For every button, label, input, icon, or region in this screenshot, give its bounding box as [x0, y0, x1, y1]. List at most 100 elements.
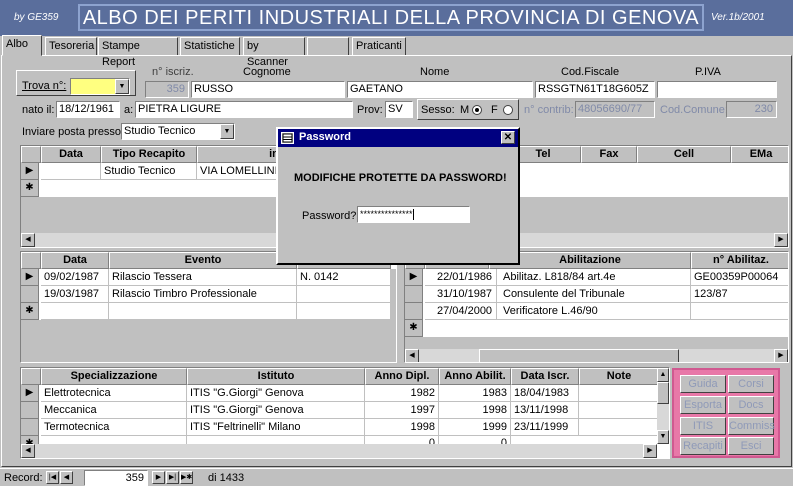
- table-cell[interactable]: 23/11/1999: [511, 419, 579, 436]
- table-cell[interactable]: 1982: [365, 385, 439, 402]
- new-record-icon[interactable]: ▶✱: [180, 471, 193, 484]
- table-cell[interactable]: Termotecnica: [41, 419, 187, 436]
- new-row-selector[interactable]: ✱: [21, 180, 39, 197]
- prov-field[interactable]: SV: [385, 101, 413, 118]
- vertical-scrollbar[interactable]: [391, 269, 396, 320]
- table-cell[interactable]: [297, 286, 391, 303]
- commiss-button[interactable]: Commiss: [728, 417, 775, 435]
- scroll-up-icon[interactable]: ▲: [657, 368, 669, 382]
- table-cell[interactable]: 22/01/1986: [425, 269, 497, 286]
- nome-field[interactable]: GAETANO: [347, 81, 533, 98]
- scroll-left-icon[interactable]: ◀: [21, 444, 35, 458]
- trova-combo[interactable]: ▼: [70, 78, 130, 95]
- guida-button[interactable]: Guida: [680, 375, 726, 393]
- first-record-icon[interactable]: |◀: [46, 471, 59, 484]
- corsi-button[interactable]: Corsi: [728, 375, 774, 393]
- sesso-m-radio[interactable]: [472, 104, 482, 116]
- table-cell[interactable]: 1998: [365, 419, 439, 436]
- table-cell[interactable]: 123/87: [691, 286, 788, 303]
- contrib-field[interactable]: 48056690/77: [575, 101, 655, 118]
- table-cell[interactable]: 1998: [439, 402, 511, 419]
- table-cell[interactable]: Studio Tecnico: [101, 163, 197, 180]
- docs-button[interactable]: Docs: [728, 396, 774, 414]
- scroll-thumb[interactable]: [479, 349, 679, 362]
- table-cell[interactable]: 18/04/1983: [511, 385, 579, 402]
- row-selector[interactable]: [21, 402, 39, 419]
- itis-button[interactable]: ITIS: [680, 417, 726, 435]
- tab-statistiche[interactable]: Statistiche: [180, 37, 240, 55]
- piva-field[interactable]: [657, 81, 777, 98]
- tab-tesoreria[interactable]: Tesoreria: [45, 37, 97, 55]
- table-cell[interactable]: 19/03/1987: [41, 286, 109, 303]
- table-cell[interactable]: 13/11/1998: [511, 402, 579, 419]
- scroll-right-icon[interactable]: ▶: [643, 444, 657, 458]
- scroll-right-icon[interactable]: ▶: [774, 349, 788, 362]
- chevron-down-icon[interactable]: ▼: [115, 79, 129, 94]
- scroll-left-icon[interactable]: ◀: [21, 233, 35, 247]
- password-input[interactable]: ***************: [357, 206, 470, 223]
- table-cell[interactable]: [691, 303, 788, 320]
- table-cell[interactable]: 31/10/1987: [425, 286, 497, 303]
- cognome-field[interactable]: RUSSO: [191, 81, 345, 98]
- next-record-icon[interactable]: ▶: [152, 471, 165, 484]
- codfisc-field[interactable]: RSSGTN61T18G605Z: [535, 81, 655, 98]
- sesso-f-radio[interactable]: [503, 104, 513, 116]
- table-cell[interactable]: Abilitaz. L818/84 art.4e: [497, 269, 691, 286]
- table-cell[interactable]: N. 0142: [297, 269, 391, 286]
- table-cell[interactable]: [41, 163, 101, 180]
- nato-field[interactable]: 18/12/1961: [56, 101, 120, 118]
- new-row-selector[interactable]: ✱: [21, 303, 39, 320]
- table-cell[interactable]: 09/02/1987: [41, 269, 109, 286]
- table-cell[interactable]: Meccanica: [41, 402, 187, 419]
- record-number-input[interactable]: 359: [84, 470, 148, 486]
- tab-by-scanner[interactable]: by Scanner: [243, 37, 305, 68]
- codcom-field[interactable]: 230: [726, 101, 777, 118]
- row-selector[interactable]: ▶: [21, 269, 39, 286]
- scroll-thumb[interactable]: [657, 382, 669, 404]
- form-icon: [281, 132, 294, 144]
- prev-record-icon[interactable]: ◀: [60, 471, 73, 484]
- table-cell[interactable]: 1983: [439, 385, 511, 402]
- table-cell[interactable]: Verificatore L.46/90: [497, 303, 691, 320]
- table-cell[interactable]: 27/04/2000: [425, 303, 497, 320]
- horizontal-scrollbar[interactable]: [21, 444, 657, 458]
- scroll-left-icon[interactable]: ◀: [405, 349, 419, 362]
- posta-combo[interactable]: Studio Tecnico ▼: [121, 123, 235, 140]
- row-selector[interactable]: [405, 303, 423, 320]
- table-cell[interactable]: Rilascio Timbro Professionale: [109, 286, 297, 303]
- tab-empty[interactable]: [307, 37, 349, 55]
- table-cell[interactable]: 1997: [365, 402, 439, 419]
- table-cell[interactable]: [579, 419, 659, 436]
- row-selector[interactable]: [405, 286, 423, 303]
- iscriz-field[interactable]: 359: [145, 81, 189, 98]
- table-cell[interactable]: ITIS "Feltrinelli" Milano: [187, 419, 365, 436]
- scroll-right-icon[interactable]: ▶: [774, 233, 788, 247]
- table-cell[interactable]: Elettrotecnica: [41, 385, 187, 402]
- close-icon[interactable]: ✕: [501, 131, 515, 144]
- recapiti-button[interactable]: Recapiti: [680, 437, 726, 455]
- row-selector[interactable]: ▶: [21, 385, 39, 402]
- chevron-down-icon[interactable]: ▼: [220, 124, 234, 139]
- table-cell[interactable]: Rilascio Tessera: [109, 269, 297, 286]
- table-cell[interactable]: 1999: [439, 419, 511, 436]
- table-cell[interactable]: [579, 402, 659, 419]
- tab-stampe-report[interactable]: Stampe Report: [98, 37, 178, 68]
- table-cell[interactable]: GE00359P00064: [691, 269, 788, 286]
- row-selector[interactable]: ▶: [405, 269, 423, 286]
- table-cell[interactable]: [579, 385, 659, 402]
- row-selector[interactable]: ▶: [21, 163, 39, 180]
- new-row-selector[interactable]: ✱: [405, 320, 423, 337]
- row-selector[interactable]: [21, 286, 39, 303]
- prov-label: Prov:: [357, 104, 383, 116]
- tab-praticanti[interactable]: Praticanti: [352, 37, 406, 55]
- table-cell[interactable]: Consulente del Tribunale: [497, 286, 691, 303]
- row-selector[interactable]: [21, 419, 39, 436]
- table-cell[interactable]: ITIS "G.Giorgi" Genova: [187, 385, 365, 402]
- tab-albo[interactable]: Albo: [2, 35, 42, 56]
- scroll-down-icon[interactable]: ▼: [657, 430, 669, 444]
- table-cell[interactable]: ITIS "G.Giorgi" Genova: [187, 402, 365, 419]
- luogo-field[interactable]: PIETRA LIGURE: [135, 101, 353, 118]
- last-record-icon[interactable]: ▶|: [166, 471, 179, 484]
- esporta-button[interactable]: Esporta: [680, 396, 726, 414]
- esci-button[interactable]: Esci: [728, 437, 774, 455]
